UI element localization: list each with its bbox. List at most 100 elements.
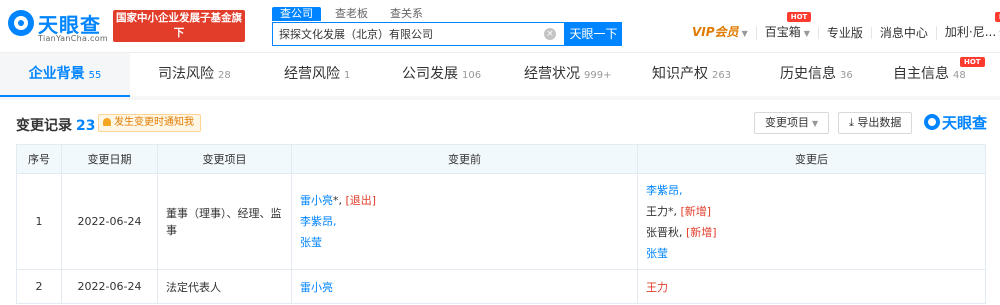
person-name: 张晋秋 — [646, 225, 679, 239]
hot-badge: HOT — [994, 12, 1000, 22]
new-tag: [新增] — [680, 204, 712, 218]
change-entry: 张晋秋, [新增] — [646, 225, 717, 239]
col-header-index: 序号 — [16, 144, 62, 174]
table-header-row: 序号 变更日期 变更项目 变更前 变更后 — [16, 144, 986, 174]
clear-icon[interactable]: × — [544, 28, 556, 40]
tab-count: 263 — [712, 70, 732, 81]
tab-label: 司法风险 — [158, 66, 214, 82]
category-tabs: 企业背景 55 司法风险 28 经营风险 1 公司发展 106 经营状况 999+ 知识产… — [0, 52, 1000, 97]
tab-business-status[interactable]: 经营状况 999+ — [524, 53, 611, 97]
section-count: 23 — [76, 118, 96, 134]
brand-watermark-text: 天眼查 — [942, 114, 988, 132]
tab-search-relation[interactable]: 查关系 — [382, 7, 431, 21]
chevron-down-icon: ▼ — [803, 29, 810, 38]
tab-enterprise-background[interactable]: 企业背景 55 — [0, 53, 130, 97]
tab-count: 48 — [953, 70, 966, 81]
hot-badge: HOT — [786, 12, 812, 22]
section-title-text: 变更记录 — [16, 118, 72, 134]
search-box: × — [272, 22, 565, 46]
tab-count: 999+ — [584, 70, 612, 81]
user-name: 加利·尼... — [944, 25, 997, 39]
row-before: 雷小亮*, [退出] 李紫昂, 张莹 — [291, 173, 638, 270]
change-entry: 王力*, [新增] — [646, 204, 712, 218]
section-title: 变更记录 23 — [16, 115, 95, 135]
search-button[interactable]: 天眼一下 — [565, 22, 622, 46]
person-link[interactable]: 雷小亮 — [300, 194, 333, 207]
tab-search-company[interactable]: 查公司 — [272, 7, 321, 21]
tab-label: 经营风险 — [284, 66, 340, 82]
change-item-filter[interactable]: 变更项目 ▼ — [754, 112, 830, 134]
tab-count: 28 — [218, 70, 231, 81]
hot-badge: HOT — [960, 57, 985, 67]
tab-count: 106 — [462, 70, 482, 81]
toolbox-label: 百宝箱 — [764, 25, 801, 39]
tab-count: 55 — [88, 70, 102, 81]
bell-icon — [103, 118, 111, 126]
tab-label: 自主信息 — [893, 66, 949, 82]
change-records-panel: 变更记录 23 发生变更时通知我 变更项目 ▼ ⤓ 导出数据 天眼查 序号 变更日期… — [0, 100, 1000, 305]
tab-label: 公司发展 — [402, 66, 458, 82]
export-data-button[interactable]: ⤓ 导出数据 — [838, 112, 913, 134]
person-link[interactable]: 雷小亮 — [300, 281, 333, 294]
col-header-before: 变更前 — [291, 144, 638, 174]
tab-operation-risk[interactable]: 经营风险 1 — [284, 53, 350, 97]
col-header-date: 变更日期 — [61, 144, 158, 174]
search-input[interactable] — [273, 23, 533, 45]
col-header-item: 变更项目 — [157, 144, 292, 174]
chevron-down-icon: ▼ — [741, 29, 748, 38]
brand-watermark: 天眼查 — [924, 112, 987, 133]
person-link[interactable]: 李紫昂, — [300, 211, 629, 232]
tab-intellectual-property[interactable]: 知识产权 263 — [652, 53, 731, 97]
tab-label: 经营状况 — [524, 66, 580, 82]
logo-eye-icon — [8, 10, 34, 36]
row-after: 李紫昂, 王力*, [新增] 张晋秋, [新增] 张莹 — [637, 173, 986, 270]
user-nav: VIP会员▼ HOT 百宝箱▼ 专业版 消息中心 HOT 加利·尼...▼ — [684, 12, 1000, 42]
tab-count: 1 — [344, 70, 351, 81]
tab-self-info[interactable]: 自主信息 48 — [893, 53, 966, 97]
tab-count: 36 — [840, 70, 853, 81]
logo-domain: TianYanCha.com — [38, 34, 108, 43]
chevron-down-icon: ▼ — [812, 119, 819, 128]
table-row: 2 2022-06-24 法定代表人 雷小亮 王力 — [16, 269, 986, 304]
person-link[interactable]: 张莹 — [300, 232, 629, 253]
filter-label: 变更项目 — [765, 116, 809, 129]
person-link[interactable]: 李紫昂, — [646, 180, 977, 201]
exit-tag: [退出] — [345, 194, 377, 207]
change-records-table: 序号 变更日期 变更项目 变更前 变更后 1 2022-06-24 董事（理事）… — [16, 144, 986, 304]
download-icon: ⤓ — [849, 116, 854, 129]
tianyancha-logo[interactable]: 天眼查 TianYanCha.com — [8, 9, 108, 43]
change-entry: 雷小亮*, [退出] — [300, 194, 377, 207]
tab-label: 企业背景 — [28, 66, 85, 82]
person-link[interactable]: 王力 — [646, 281, 668, 294]
export-label: 导出数据 — [857, 116, 902, 129]
person-link[interactable]: 张莹 — [646, 243, 977, 264]
user-menu[interactable]: HOT 加利·尼...▼ — [935, 12, 1000, 40]
notify-button[interactable]: 发生变更时通知我 — [98, 114, 201, 132]
table-row: 1 2022-06-24 董事（理事）、经理、监事 雷小亮*, [退出] 李紫昂… — [16, 173, 986, 270]
vip-menu[interactable]: VIP会员 ▼ — [684, 26, 756, 40]
row-after: 王力 — [637, 269, 986, 304]
row-index: 1 — [16, 173, 62, 270]
new-tag: [新增] — [686, 225, 717, 239]
top-header: 天眼查 TianYanCha.com 国家中小企业发展子基金旗下 官方备案企业征… — [0, 0, 1000, 54]
row-date: 2022-06-24 — [61, 173, 158, 270]
tab-search-boss[interactable]: 查老板 — [327, 7, 376, 21]
toolbox-menu[interactable]: HOT 百宝箱 ▼ — [755, 12, 818, 40]
logo-eye-icon — [924, 114, 940, 130]
tab-label: 历史信息 — [780, 66, 836, 82]
pro-version-link[interactable]: 专业版 — [817, 27, 871, 39]
message-center-link[interactable]: 消息中心 — [870, 27, 936, 39]
row-before: 雷小亮 — [291, 269, 638, 304]
official-banner: 国家中小企业发展子基金旗下 官方备案企业征信机构 — [113, 10, 245, 54]
person-name: 王力 — [646, 204, 668, 218]
tab-company-development[interactable]: 公司发展 106 — [402, 53, 481, 97]
notify-label: 发生变更时通知我 — [114, 117, 194, 128]
row-change-item: 法定代表人 — [157, 269, 292, 304]
vip-label: VIP会员 — [692, 25, 739, 39]
search-type-tabs: 查公司 查老板 查关系 — [272, 7, 431, 21]
tab-history-info[interactable]: 历史信息 36 — [780, 53, 853, 97]
tab-label: 知识产权 — [652, 66, 708, 82]
col-header-after: 变更后 — [637, 144, 986, 174]
tab-judicial-risk[interactable]: 司法风险 28 — [158, 53, 231, 97]
banner-line1: 国家中小企业发展子基金旗下 — [116, 12, 242, 39]
